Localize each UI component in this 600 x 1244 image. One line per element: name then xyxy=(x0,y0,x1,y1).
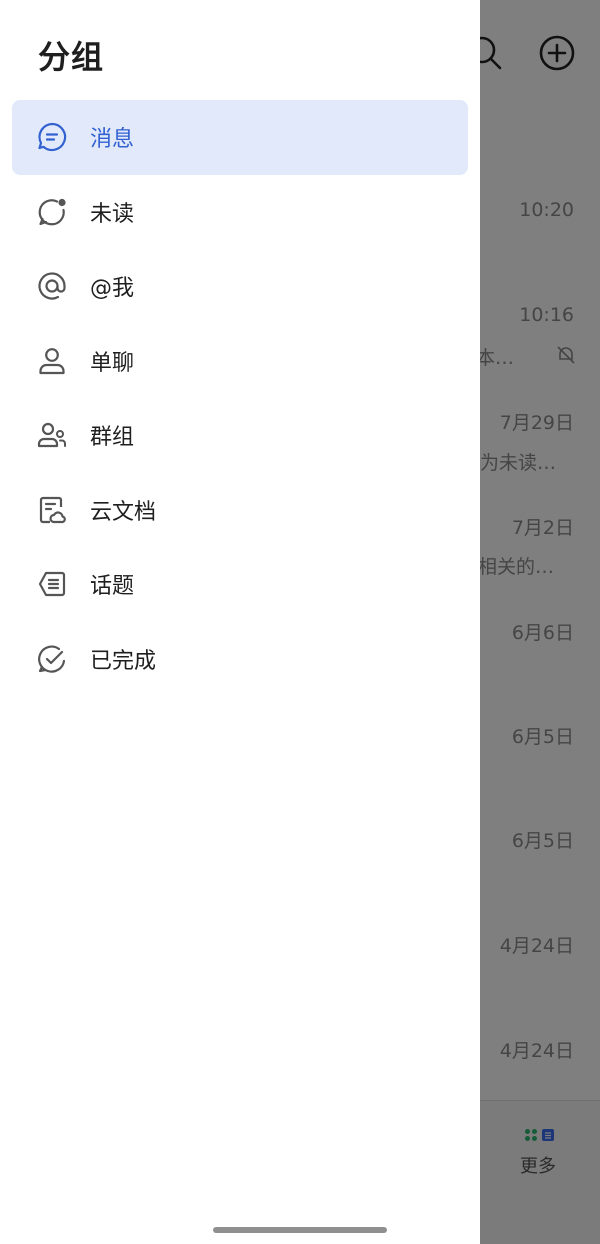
chat-time: 4月24日 xyxy=(499,1040,574,1062)
menu-item-messages[interactable]: 消息 xyxy=(12,100,468,175)
menu-item-label: @我 xyxy=(90,276,135,302)
tab-more-label[interactable]: 更多 xyxy=(520,1152,556,1178)
menu-item-label: 云文档 xyxy=(90,499,157,525)
home-indicator[interactable] xyxy=(213,1227,387,1233)
menu-item-cloud-docs[interactable]: 云文档 xyxy=(12,473,468,548)
menu-item-topics[interactable]: 话题 xyxy=(12,547,468,622)
person-icon xyxy=(36,345,68,377)
group-menu: 消息 未读 @我 单聊 群组 云文档 话题 已完成 xyxy=(12,100,468,696)
done-icon xyxy=(36,643,68,675)
menu-item-label: 单聊 xyxy=(90,350,135,376)
menu-item-label: 未读 xyxy=(90,201,135,227)
topic-icon xyxy=(36,568,68,600)
mute-bell-icon xyxy=(557,346,575,364)
chat-time: 6月5日 xyxy=(511,726,574,748)
group-icon xyxy=(36,419,68,451)
cloud-doc-icon xyxy=(36,494,68,526)
menu-item-label: 已完成 xyxy=(90,648,157,674)
menu-item-unread[interactable]: 未读 xyxy=(12,175,468,250)
chat-time: 6月5日 xyxy=(511,830,574,852)
menu-item-mentions[interactable]: @我 xyxy=(12,249,468,324)
menu-item-groups[interactable]: 群组 xyxy=(12,398,468,473)
more-apps-icon[interactable] xyxy=(524,1128,555,1142)
drawer-title: 分组 xyxy=(38,38,105,76)
chat-time: 6月6日 xyxy=(511,622,574,644)
chat-time: 7月2日 xyxy=(511,517,574,539)
chat-snippet: 相关的… xyxy=(478,556,555,578)
chat-snippet: 本… xyxy=(476,347,515,369)
group-drawer: 分组 消息 未读 @我 单聊 群组 云文档 话题 已完成 xyxy=(0,0,480,1244)
message-icon xyxy=(36,121,68,153)
menu-item-label: 消息 xyxy=(90,127,135,153)
chat-time: 7月29日 xyxy=(499,412,574,434)
menu-item-completed[interactable]: 已完成 xyxy=(12,622,468,697)
add-circle-icon[interactable] xyxy=(538,34,576,72)
menu-item-direct-chat[interactable]: 单聊 xyxy=(12,324,468,399)
unread-icon xyxy=(36,196,68,228)
chat-time: 4月24日 xyxy=(499,935,574,957)
at-icon xyxy=(36,270,68,302)
chat-time: 10:20 xyxy=(519,199,574,221)
chat-snippet: 为未读… xyxy=(480,452,557,474)
menu-item-label: 话题 xyxy=(90,574,135,600)
menu-item-label: 群组 xyxy=(90,425,135,451)
chat-time: 10:16 xyxy=(519,304,574,326)
